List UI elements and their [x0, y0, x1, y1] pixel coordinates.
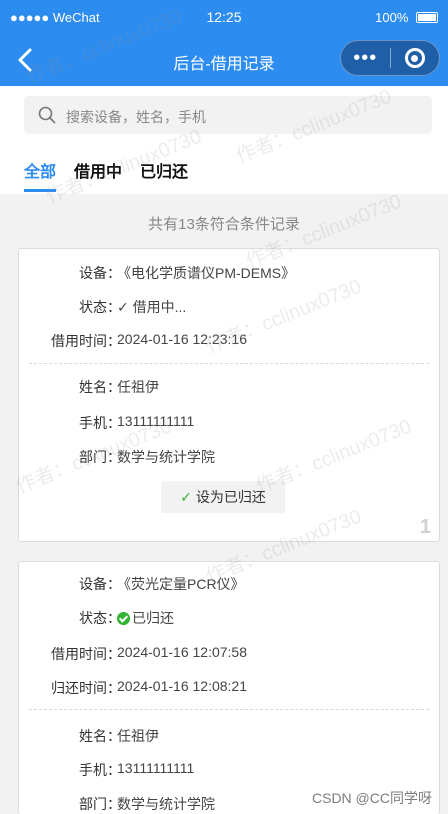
- borrow-time-value: 2024-01-16 12:07:58: [117, 644, 247, 660]
- phone-row: 手机： 13111111111: [19, 758, 439, 780]
- result-summary: 共有13条符合条件记录: [148, 216, 300, 233]
- tab-all[interactable]: 全部: [24, 158, 57, 192]
- return-time-label: 归还时间：: [51, 680, 121, 696]
- return-time-row: 归还时间： 2024-01-16 12:08:21: [19, 676, 439, 698]
- card-index: 1: [419, 516, 431, 538]
- battery-indicator: 100%: [375, 10, 438, 25]
- name-label: 姓名：: [79, 728, 121, 744]
- record-card: 设备： 《荧光定量PCR仪》 状态： 已归还 借用时间： 2024-01-16 …: [18, 561, 440, 814]
- return-time-value: 2024-01-16 12:08:21: [117, 678, 247, 694]
- name-value: 任祖伊: [117, 379, 159, 395]
- search-placeholder: 搜索设备，姓名，手机: [66, 109, 206, 125]
- phone-label: 手机：: [79, 762, 121, 778]
- phone-value: 13111111111: [117, 413, 195, 429]
- status-badge: ✓ 借用中...: [117, 297, 186, 317]
- status-row: 状态： ✓ 借用中...: [19, 295, 439, 317]
- borrow-time-label: 借用时间：: [51, 646, 121, 662]
- check-icon: ✓: [180, 489, 192, 505]
- tab-borrowing[interactable]: 借用中: [74, 158, 122, 192]
- device-row: 设备： 《电化学质谱仪PM-DEMS》: [19, 261, 439, 283]
- status-label: 状态：: [79, 299, 121, 315]
- mark-returned-button[interactable]: ✓ 设为已归还: [161, 481, 285, 513]
- device-label: 设备：: [79, 576, 121, 592]
- source-credit: CSDN @CC同学呀: [312, 790, 432, 806]
- phone-label: 手机：: [79, 415, 121, 431]
- name-row: 姓名： 任祖伊: [19, 724, 439, 746]
- borrow-time-value: 2024-01-16 12:23:16: [117, 331, 247, 347]
- device-label: 设备：: [79, 265, 121, 281]
- borrow-time-row: 借用时间： 2024-01-16 12:23:16: [19, 329, 439, 351]
- borrow-time-label: 借用时间：: [51, 333, 121, 349]
- status-value: 已归还: [132, 610, 174, 626]
- filter-panel: 搜索设备，姓名，手机 全部 借用中 已归还: [0, 86, 448, 194]
- navigation-bar: 后台-借用记录 •••: [0, 34, 448, 86]
- department-value: 数学与统计学院: [117, 449, 215, 465]
- status-bar: ●●●●● WeChat 12:25 100%: [0, 0, 448, 34]
- mini-program-capsule: •••: [340, 40, 440, 76]
- status-label: 状态：: [79, 610, 121, 626]
- target-icon: [404, 48, 425, 68]
- status-value: 借用中...: [132, 299, 187, 315]
- battery-percent: 100%: [375, 10, 409, 25]
- status-row: 状态： 已归还: [19, 606, 439, 628]
- department-row: 部门： 数学与统计学院: [19, 445, 439, 467]
- check-circle-icon: [117, 612, 130, 625]
- mark-returned-label: 设为已归还: [195, 489, 266, 505]
- device-value: 《荧光定量PCR仪》: [117, 576, 245, 592]
- phone-row: 手机： 13111111111: [19, 411, 439, 433]
- status-badge: 已归还: [117, 608, 174, 628]
- card-divider: [29, 363, 429, 364]
- borrow-time-row: 借用时间： 2024-01-16 12:07:58: [19, 642, 439, 664]
- search-icon: [38, 106, 56, 124]
- device-value: 《电化学质谱仪PM-DEMS》: [117, 265, 296, 281]
- record-card: 设备： 《电化学质谱仪PM-DEMS》 状态： ✓ 借用中... 借用时间： 2…: [18, 248, 440, 542]
- name-value: 任祖伊: [117, 728, 159, 744]
- check-icon: ✓: [117, 299, 133, 315]
- search-input[interactable]: 搜索设备，姓名，手机: [24, 96, 432, 134]
- device-row: 设备： 《荧光定量PCR仪》: [19, 572, 439, 594]
- tab-returned[interactable]: 已归还: [140, 158, 188, 192]
- name-row: 姓名： 任祖伊: [19, 375, 439, 397]
- department-value: 数学与统计学院: [117, 796, 215, 812]
- battery-icon: [416, 12, 438, 23]
- close-program-button[interactable]: [390, 48, 439, 68]
- card-divider: [29, 709, 429, 710]
- name-label: 姓名：: [79, 379, 121, 395]
- tab-bar: 全部 借用中 已归还: [24, 158, 206, 192]
- department-label: 部门：: [79, 449, 121, 465]
- phone-value: 13111111111: [117, 760, 195, 776]
- department-label: 部门：: [79, 796, 121, 812]
- more-button[interactable]: •••: [341, 40, 390, 76]
